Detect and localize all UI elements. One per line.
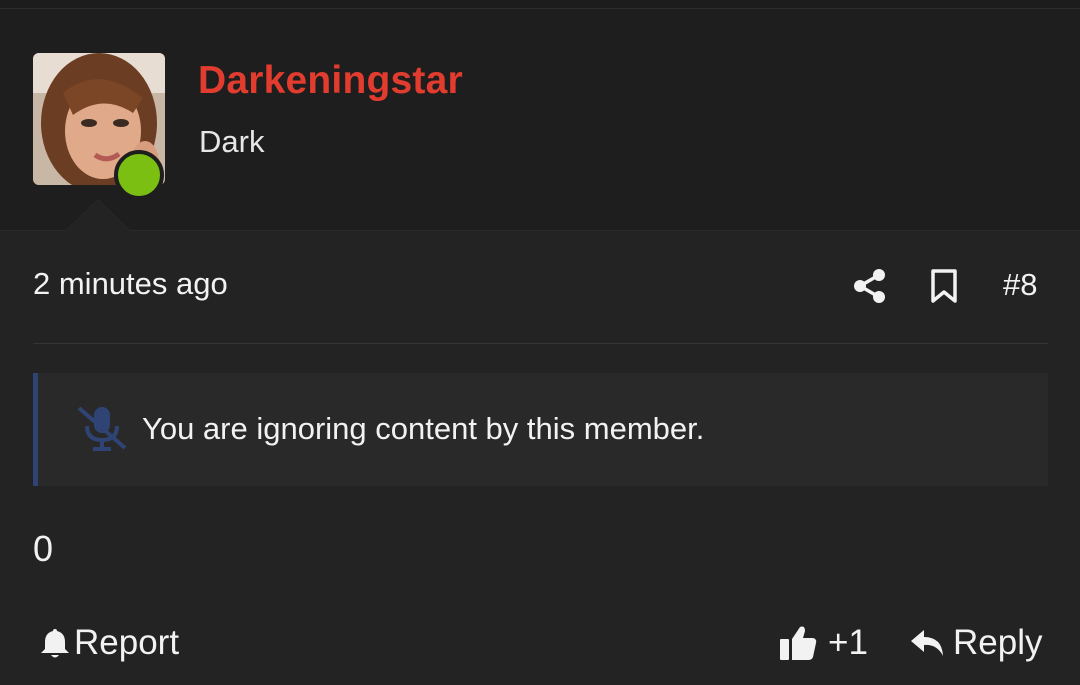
ignored-content-notice: You are ignoring content by this member. bbox=[33, 373, 1048, 486]
username[interactable]: Darkeningstar bbox=[198, 59, 463, 103]
reply-label: Reply bbox=[953, 623, 1043, 662]
top-edge bbox=[0, 0, 1080, 9]
report-label: Report bbox=[74, 623, 180, 662]
bookmark-icon[interactable] bbox=[928, 268, 960, 304]
thumbs-up-icon bbox=[780, 626, 817, 660]
post-number-link[interactable]: #8 bbox=[1003, 267, 1037, 303]
microphone-slash-icon bbox=[75, 404, 129, 452]
like-button[interactable]: +1 bbox=[778, 623, 868, 663]
callout-arrow bbox=[66, 200, 130, 231]
divider bbox=[33, 343, 1048, 344]
online-status-indicator bbox=[114, 150, 164, 200]
post-timestamp[interactable]: 2 minutes ago bbox=[33, 266, 228, 302]
report-button[interactable]: Report bbox=[40, 623, 179, 663]
reply-arrow-icon bbox=[911, 630, 943, 656]
reply-button[interactable]: Reply bbox=[909, 623, 1042, 663]
ignored-notice-text: You are ignoring content by this member. bbox=[142, 411, 705, 446]
bell-icon bbox=[41, 629, 69, 658]
user-title: Dark bbox=[199, 124, 265, 159]
user-header: Darkeningstar Dark bbox=[0, 9, 1080, 231]
share-icon[interactable] bbox=[852, 268, 888, 304]
reaction-score: 0 bbox=[33, 528, 54, 569]
like-label: +1 bbox=[828, 623, 868, 662]
